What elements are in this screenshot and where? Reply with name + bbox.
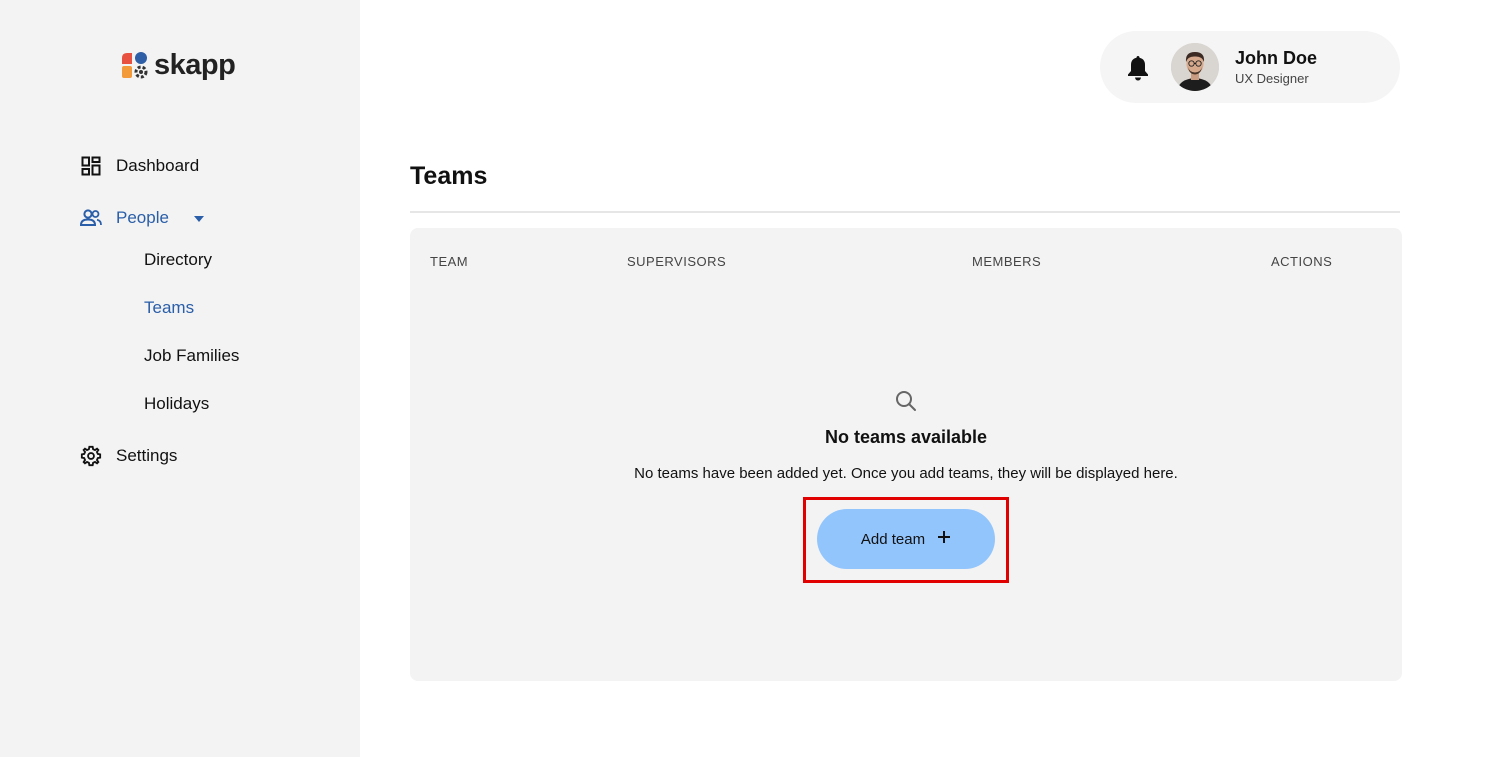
sidebar-subitem-holidays[interactable]: Holidays: [144, 394, 209, 414]
sidebar-item-label: Settings: [116, 446, 178, 465]
column-header-supervisors[interactable]: SUPERVISORS: [627, 254, 726, 269]
add-team-button[interactable]: Add team: [817, 509, 995, 569]
gear-icon: [80, 445, 102, 467]
user-profile-card[interactable]: John Doe UX Designer: [1100, 31, 1400, 103]
teams-table: TEAM SUPERVISORS MEMBERS ACTIONS No team…: [410, 228, 1402, 681]
logo-icon: [120, 50, 150, 80]
app: skapp Dashboard People Directory Teams J…: [0, 0, 1512, 757]
sidebar-subitem-job-families[interactable]: Job Families: [144, 346, 239, 366]
page-title: Teams: [410, 162, 488, 190]
sidebar-item-people[interactable]: People: [80, 207, 205, 229]
empty-state-title: No teams available: [824, 427, 988, 447]
caret-down-icon[interactable]: [193, 208, 205, 228]
brand-logo[interactable]: skapp: [120, 48, 236, 82]
sidebar-item-label: Dashboard: [116, 156, 200, 175]
column-header-members[interactable]: MEMBERS: [972, 254, 1041, 269]
empty-state-description: No teams have been added yet. Once you a…: [634, 465, 1178, 482]
people-icon: [80, 207, 102, 229]
add-team-label: Add team: [860, 530, 926, 548]
plus-icon: [937, 530, 951, 548]
sidebar-item-settings[interactable]: Settings: [80, 445, 177, 467]
search-icon: [895, 390, 917, 412]
sidebar-item-label: People: [116, 208, 169, 227]
avatar[interactable]: [1171, 43, 1219, 91]
dashboard-icon: [80, 155, 102, 177]
brand-name: skapp: [154, 48, 236, 81]
sidebar-subitem-teams[interactable]: Teams: [144, 298, 194, 318]
title-divider: [410, 211, 1400, 213]
sidebar-subitem-directory[interactable]: Directory: [144, 250, 212, 270]
sidebar: skapp Dashboard People Directory Teams J…: [0, 0, 360, 757]
user-name: John Doe: [1235, 48, 1318, 68]
sidebar-item-dashboard[interactable]: Dashboard: [80, 155, 199, 177]
user-role: UX Designer: [1235, 71, 1309, 86]
bell-icon[interactable]: [1126, 55, 1150, 81]
column-header-team[interactable]: TEAM: [430, 254, 468, 269]
column-header-actions[interactable]: ACTIONS: [1271, 254, 1332, 269]
